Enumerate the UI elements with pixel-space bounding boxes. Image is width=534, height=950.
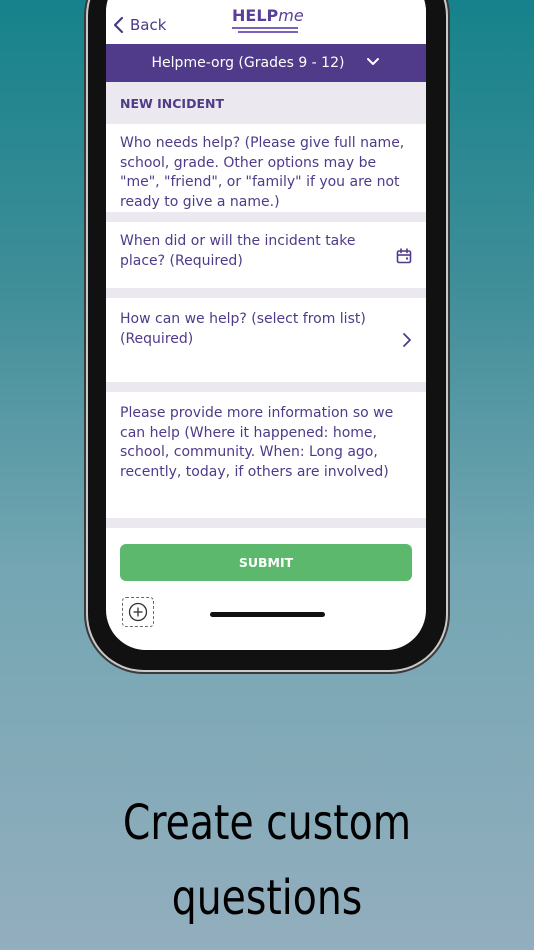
chevron-left-icon — [113, 16, 124, 34]
incident-date-placeholder: When did or will the incident take place… — [120, 233, 356, 269]
top-navigation-bar: Back HELPme — [106, 0, 426, 44]
back-button[interactable]: Back — [112, 16, 166, 34]
more-info-field[interactable]: Please provide more information so we ca… — [106, 392, 426, 518]
submit-button[interactable]: SUBMIT — [120, 544, 412, 581]
chevron-right-icon[interactable] — [402, 332, 412, 355]
more-info-placeholder: Please provide more information so we ca… — [120, 405, 394, 480]
phone-frame: Back HELPme Helpme-org (Grades 9 - 12) N… — [88, 0, 446, 670]
who-needs-help-field[interactable]: Who needs help? (Please give full name, … — [106, 124, 426, 212]
chevron-down-icon — [366, 55, 380, 71]
divider — [106, 382, 426, 392]
plus-circle-icon — [128, 602, 148, 622]
calendar-icon[interactable] — [396, 248, 412, 271]
promo-caption: Create custom questions — [48, 786, 486, 936]
divider — [106, 288, 426, 298]
help-type-field[interactable]: How can we help? (select from list) (Req… — [106, 298, 426, 382]
home-indicator — [210, 612, 325, 617]
caption-line-2: questions — [171, 870, 363, 926]
app-screen: Back HELPme Helpme-org (Grades 9 - 12) N… — [106, 0, 426, 650]
incident-date-field[interactable]: When did or will the incident take place… — [106, 222, 426, 288]
who-needs-help-placeholder: Who needs help? (Please give full name, … — [120, 135, 405, 210]
logo-underline — [232, 27, 302, 33]
org-selector[interactable]: Helpme-org (Grades 9 - 12) — [106, 44, 426, 82]
caption-line-1: Create custom — [122, 795, 412, 851]
helpme-logo: HELPme — [232, 6, 304, 38]
add-attachment-button[interactable] — [122, 597, 154, 627]
divider — [106, 212, 426, 222]
section-header: NEW INCIDENT — [106, 82, 426, 124]
logo-text-light: me — [278, 6, 304, 25]
help-type-placeholder: How can we help? (select from list) (Req… — [120, 311, 366, 347]
back-label: Back — [130, 16, 167, 34]
logo-text-bold: HELP — [232, 6, 279, 25]
divider — [106, 518, 426, 528]
org-selector-label: Helpme-org (Grades 9 - 12) — [151, 55, 345, 71]
